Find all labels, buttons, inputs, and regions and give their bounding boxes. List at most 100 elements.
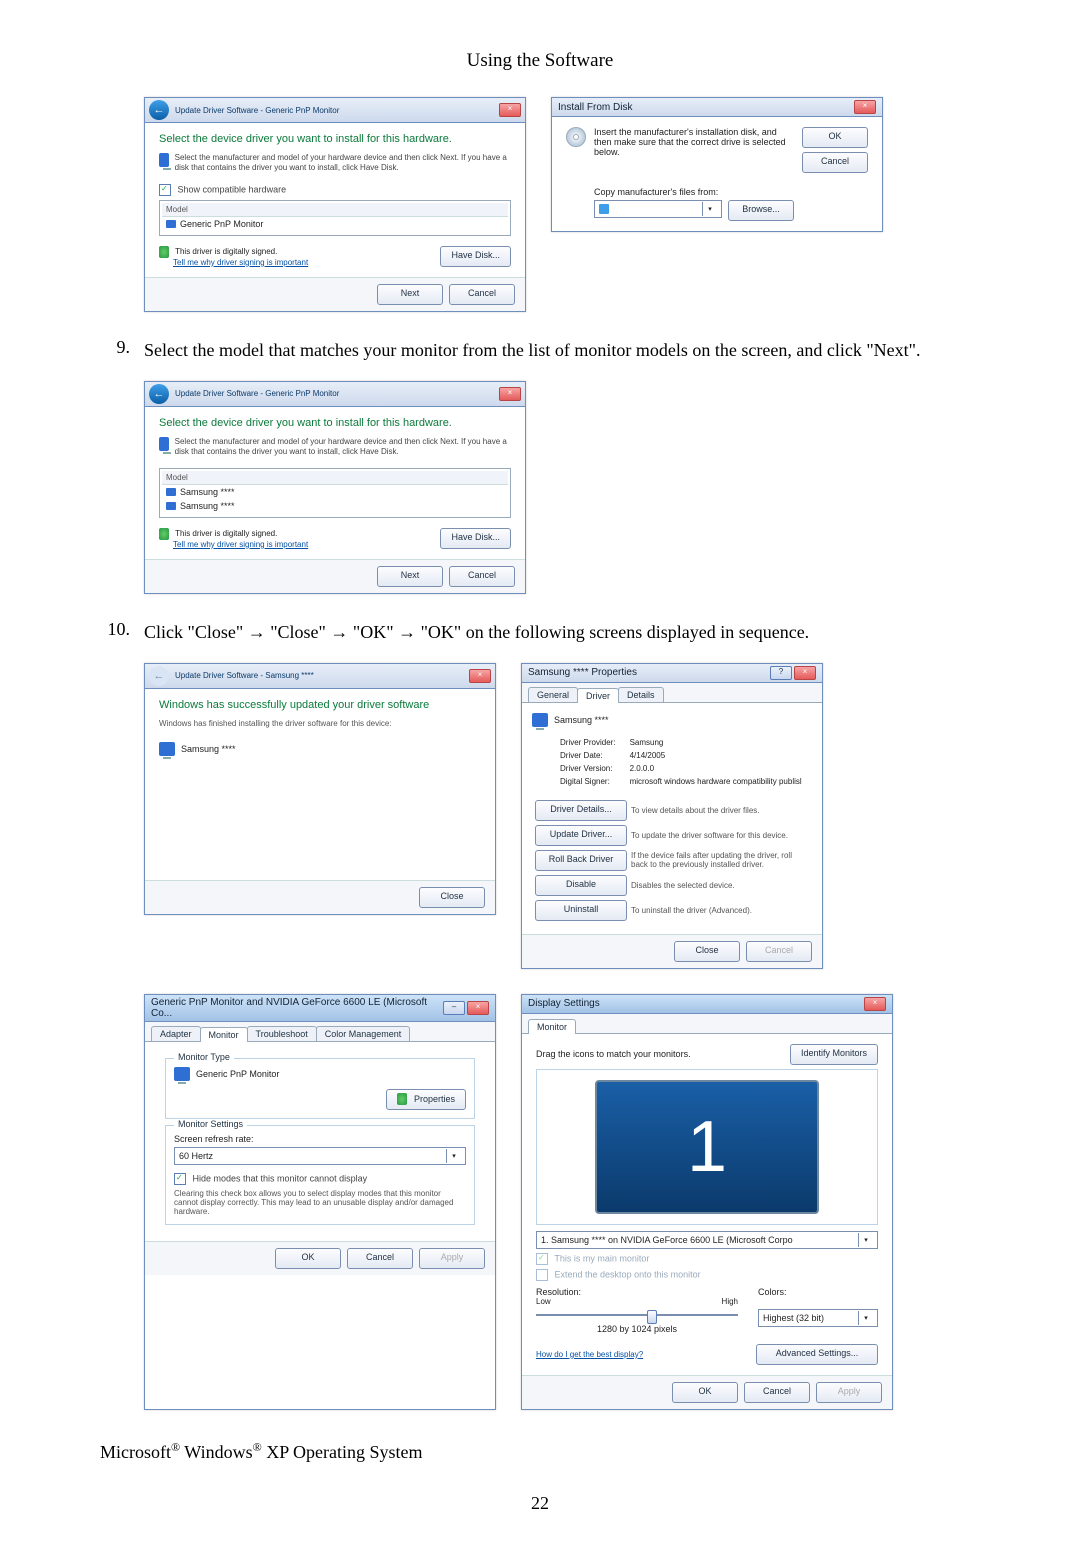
hide-modes-checkbox[interactable] bbox=[174, 1173, 186, 1185]
os-heading: Microsoft® Windows® XP Operating System bbox=[100, 1440, 980, 1463]
tab-driver[interactable]: Driver bbox=[577, 688, 619, 703]
tab-adapter[interactable]: Adapter bbox=[151, 1026, 201, 1041]
provider-label: Driver Provider: bbox=[554, 737, 622, 748]
close-icon[interactable]: × bbox=[794, 666, 816, 680]
tab-monitor[interactable]: Monitor bbox=[200, 1027, 248, 1042]
main-monitor-label: This is my main monitor bbox=[554, 1253, 649, 1263]
tab-monitor[interactable]: Monitor bbox=[528, 1019, 576, 1034]
tab-general[interactable]: General bbox=[528, 687, 578, 702]
cancel-button: Cancel bbox=[746, 941, 812, 962]
step-text: Select the model that matches your monit… bbox=[144, 337, 980, 363]
uninstall-button[interactable]: Uninstall bbox=[535, 900, 627, 921]
next-button[interactable]: Next bbox=[377, 284, 443, 305]
tab-troubleshoot[interactable]: Troubleshoot bbox=[247, 1026, 317, 1041]
have-disk-button[interactable]: Have Disk... bbox=[440, 246, 511, 267]
display-select[interactable]: 1. Samsung **** on NVIDIA GeForce 6600 L… bbox=[536, 1231, 878, 1249]
chevron-down-icon[interactable]: ▾ bbox=[446, 1149, 461, 1163]
properties-button[interactable]: Properties bbox=[386, 1089, 466, 1110]
dialog-title: Update Driver Software - Generic PnP Mon… bbox=[175, 389, 339, 398]
model-column-header: Model bbox=[162, 203, 508, 217]
cancel-button[interactable]: Cancel bbox=[449, 284, 515, 305]
model-name: Generic PnP Monitor bbox=[180, 219, 263, 229]
dialog-heading: Select the device driver you want to ins… bbox=[159, 417, 511, 429]
close-icon[interactable]: × bbox=[499, 387, 521, 401]
back-icon[interactable]: ← bbox=[149, 100, 169, 120]
chevron-down-icon[interactable]: ▾ bbox=[858, 1233, 873, 1247]
copy-from-label: Copy manufacturer's files from: bbox=[594, 187, 794, 197]
cancel-button[interactable]: Cancel bbox=[347, 1248, 413, 1269]
hide-modes-label: Hide modes that this monitor cannot disp… bbox=[193, 1173, 368, 1183]
dialog-title: Samsung **** Properties bbox=[528, 667, 637, 678]
advanced-settings-button[interactable]: Advanced Settings... bbox=[756, 1344, 878, 1365]
model-list-item[interactable]: Generic PnP Monitor bbox=[162, 217, 508, 231]
tab-details[interactable]: Details bbox=[618, 687, 664, 702]
chevron-down-icon[interactable]: ▾ bbox=[858, 1311, 873, 1325]
close-button[interactable]: Close bbox=[674, 941, 740, 962]
model-column-header: Model bbox=[162, 471, 508, 485]
next-button[interactable]: Next bbox=[377, 566, 443, 587]
signer-label: Digital Signer: bbox=[554, 776, 622, 787]
close-icon[interactable]: × bbox=[469, 669, 491, 683]
signing-link[interactable]: Tell me why driver signing is important bbox=[173, 258, 308, 267]
shield-icon bbox=[159, 528, 169, 540]
resolution-value: 1280 by 1024 pixels bbox=[536, 1324, 738, 1334]
close-icon[interactable]: × bbox=[467, 1001, 489, 1015]
chevron-down-icon[interactable]: ▾ bbox=[702, 202, 717, 216]
monitor-settings-group: Monitor Settings bbox=[174, 1119, 247, 1129]
copy-from-input[interactable]: ▾ bbox=[594, 200, 722, 218]
identify-monitors-button[interactable]: Identify Monitors bbox=[790, 1044, 878, 1065]
colors-select[interactable]: Highest (32 bit) ▾ bbox=[758, 1309, 878, 1327]
driver-details-button[interactable]: Driver Details... bbox=[535, 800, 627, 821]
monitor-icon bbox=[159, 437, 169, 451]
back-icon[interactable]: ← bbox=[149, 384, 169, 404]
shield-icon bbox=[159, 246, 169, 258]
close-button[interactable]: Close bbox=[419, 887, 485, 908]
monitor-icon bbox=[166, 502, 176, 510]
close-icon[interactable]: × bbox=[499, 103, 521, 117]
model-list-item[interactable]: Samsung **** bbox=[162, 485, 508, 499]
ok-button[interactable]: OK bbox=[802, 127, 868, 148]
drag-icons-label: Drag the icons to match your monitors. bbox=[536, 1049, 691, 1059]
cancel-button[interactable]: Cancel bbox=[744, 1382, 810, 1403]
model-list-item[interactable]: Samsung **** bbox=[162, 499, 508, 513]
generic-monitor-properties-dialog: Generic PnP Monitor and NVIDIA GeForce 6… bbox=[144, 994, 496, 1410]
slider-thumb[interactable] bbox=[647, 1310, 657, 1324]
resolution-slider[interactable] bbox=[536, 1314, 738, 1316]
signing-link[interactable]: Tell me why driver signing is important bbox=[173, 540, 308, 549]
extend-desktop-checkbox bbox=[536, 1269, 548, 1281]
best-display-link[interactable]: How do I get the best display? bbox=[536, 1350, 643, 1359]
dialog-heading: Select the device driver you want to ins… bbox=[159, 133, 511, 145]
success-subtext: Windows has finished installing the driv… bbox=[159, 719, 481, 728]
cancel-button[interactable]: Cancel bbox=[449, 566, 515, 587]
slider-high-label: High bbox=[722, 1297, 738, 1306]
update-success-dialog: ← Update Driver Software - Samsung **** … bbox=[144, 663, 496, 915]
close-icon[interactable]: × bbox=[864, 997, 886, 1011]
dialog-subtext: Select the manufacturer and model of you… bbox=[175, 437, 511, 458]
shield-icon bbox=[397, 1093, 407, 1105]
show-compat-checkbox[interactable] bbox=[159, 184, 171, 196]
colors-value: Highest (32 bit) bbox=[763, 1313, 824, 1323]
ok-button[interactable]: OK bbox=[275, 1248, 341, 1269]
ok-button[interactable]: OK bbox=[672, 1382, 738, 1403]
monitor-preview[interactable]: 1 bbox=[595, 1080, 819, 1214]
dialog-title: Display Settings bbox=[528, 998, 600, 1009]
cancel-button[interactable]: Cancel bbox=[802, 152, 868, 173]
close-icon[interactable]: × bbox=[854, 100, 876, 114]
disable-button[interactable]: Disable bbox=[535, 875, 627, 896]
update-driver-dialog-1: ← Update Driver Software - Generic PnP M… bbox=[144, 97, 526, 312]
update-driver-button[interactable]: Update Driver... bbox=[535, 825, 627, 846]
tab-color-management[interactable]: Color Management bbox=[316, 1026, 411, 1041]
apply-button: Apply bbox=[816, 1382, 882, 1403]
step-number: 9. bbox=[100, 337, 144, 363]
rollback-driver-button[interactable]: Roll Back Driver bbox=[535, 850, 627, 871]
device-name: Samsung **** bbox=[181, 742, 236, 754]
refresh-rate-select[interactable]: 60 Hertz ▾ bbox=[174, 1147, 466, 1165]
have-disk-button[interactable]: Have Disk... bbox=[440, 528, 511, 549]
model-name: Samsung **** bbox=[180, 501, 235, 511]
minimize-icon[interactable]: – bbox=[443, 1001, 465, 1015]
help-icon[interactable]: ? bbox=[770, 666, 792, 680]
dialog-subtext: Select the manufacturer and model of you… bbox=[175, 153, 511, 174]
date-label: Driver Date: bbox=[554, 750, 622, 761]
extend-desktop-label: Extend the desktop onto this monitor bbox=[555, 1269, 701, 1279]
browse-button[interactable]: Browse... bbox=[728, 200, 794, 221]
